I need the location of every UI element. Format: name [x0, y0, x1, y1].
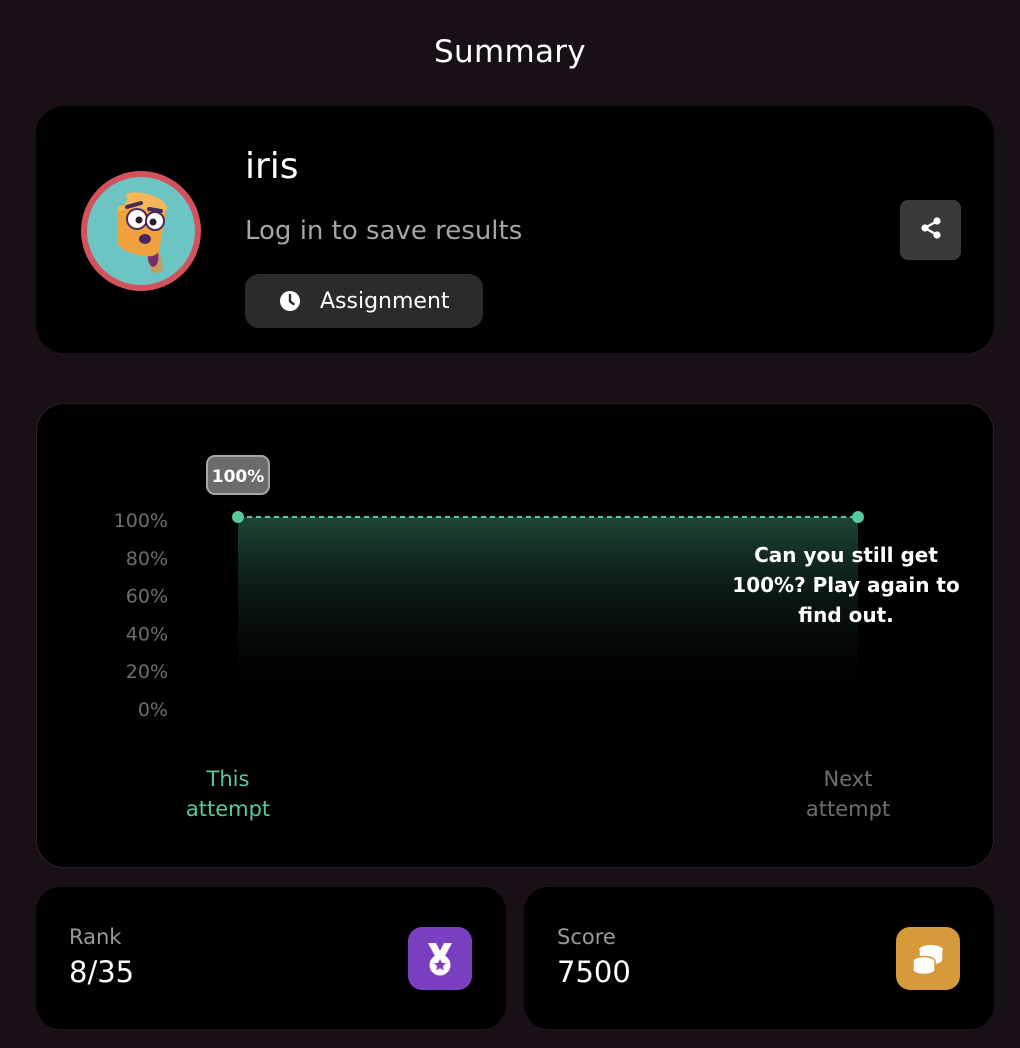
y-tick-label: 0% [138, 699, 168, 721]
assignment-badge: Assignment [245, 274, 483, 328]
medal-icon [408, 927, 472, 990]
clock-icon [279, 290, 301, 312]
share-icon [919, 216, 943, 244]
x-tick-label: attempt [806, 797, 890, 821]
rank-label: Rank [69, 925, 122, 949]
y-tick-label: 60% [126, 586, 168, 608]
x-tick-label: attempt [186, 797, 270, 821]
login-prompt[interactable]: Log in to save results [245, 216, 522, 246]
player-card: iris Log in to save results Assignment [36, 106, 994, 353]
accuracy-chart-plot: 100% 80% 60% 40% 20% 0% 100% This attempt Next att… [114, 455, 890, 821]
y-tick-label: 40% [126, 623, 168, 645]
score-card: Score 7500 [524, 887, 994, 1029]
popsicle-avatar-icon [87, 177, 195, 285]
page-title: Summary [434, 34, 586, 70]
chart-message: Can you still get 100%? Play again to fi… [732, 543, 960, 627]
y-tick-label: 100% [114, 510, 168, 532]
point-label: 100% [212, 467, 265, 487]
y-tick-label: 80% [126, 548, 168, 570]
data-point [232, 511, 244, 523]
rank-card: Rank 8/35 [36, 887, 506, 1029]
data-point [852, 511, 864, 523]
x-tick-label: This [206, 767, 250, 791]
accuracy-chart: 100% 80% 60% 40% 20% 0% 100% This attempt Next att… [36, 403, 994, 868]
player-name: iris [245, 146, 299, 187]
y-tick-label: 20% [126, 661, 168, 683]
coins-icon [896, 927, 960, 990]
x-tick-label: Next [824, 767, 873, 791]
score-label: Score [557, 925, 616, 949]
rank-value: 8/35 [69, 955, 135, 989]
share-button[interactable] [900, 200, 961, 260]
score-value: 7500 [557, 955, 631, 989]
assignment-label: Assignment [320, 288, 450, 314]
avatar [81, 171, 201, 291]
